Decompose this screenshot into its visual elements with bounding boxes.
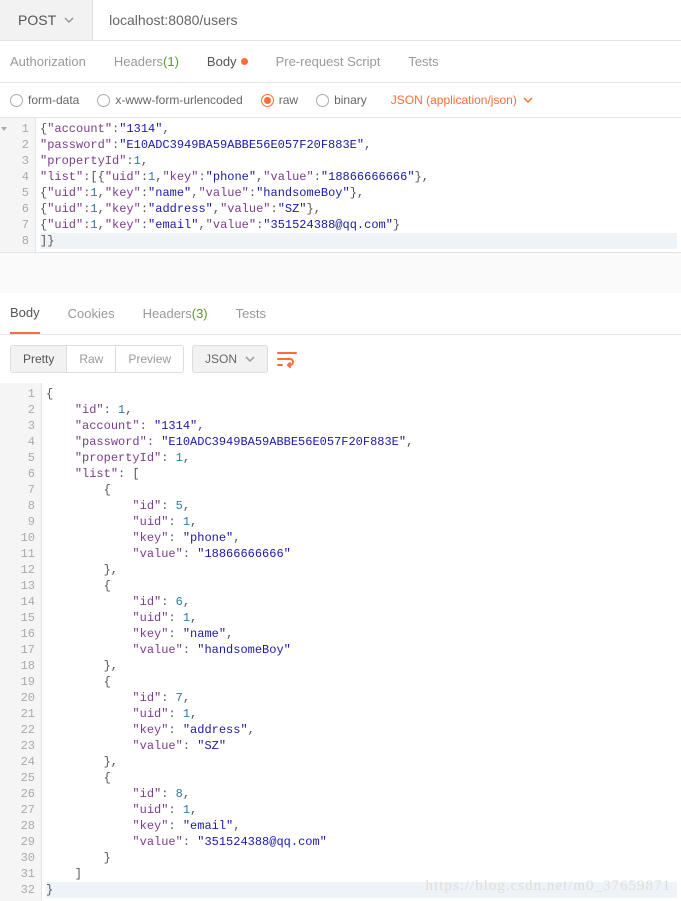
http-method-dropdown[interactable]: POST (0, 0, 93, 40)
tab-body[interactable]: Body (207, 41, 248, 82)
url-input[interactable]: localhost:8080/users (93, 0, 681, 40)
response-tab-body[interactable]: Body (10, 293, 40, 334)
http-method-label: POST (18, 12, 56, 28)
chevron-down-icon (523, 97, 533, 103)
chevron-down-icon (245, 356, 255, 362)
headers-count: (1) (163, 54, 179, 69)
response-body-editor[interactable]: 1234567891011121314151617181920212223242… (0, 383, 681, 901)
radio-raw[interactable]: raw (261, 93, 298, 107)
url-text: localhost:8080/users (109, 12, 237, 28)
chevron-down-icon (64, 17, 74, 23)
response-headers-count: (3) (192, 306, 208, 321)
view-preview-button[interactable]: Preview (116, 346, 183, 372)
spacer (0, 253, 681, 293)
tab-headers[interactable]: Headers (1) (114, 41, 179, 82)
view-raw-button[interactable]: Raw (67, 346, 116, 372)
radio-icon (10, 94, 23, 107)
wrap-lines-icon[interactable] (276, 350, 298, 368)
editor-content: { "id": 1, "account": "1314", "password"… (42, 383, 681, 901)
editor-content: {"account":"1314","password":"E10ADC3949… (36, 118, 681, 252)
response-tab-headers[interactable]: Headers (3) (143, 293, 208, 334)
content-type-dropdown[interactable]: JSON (application/json) (391, 93, 533, 107)
modified-dot-icon (241, 58, 248, 65)
request-body-editor[interactable]: 12345678 {"account":"1314","password":"E… (0, 118, 681, 253)
response-tab-tests[interactable]: Tests (236, 293, 266, 334)
radio-binary[interactable]: binary (316, 93, 367, 107)
tab-prerequest[interactable]: Pre-request Script (276, 41, 381, 82)
response-tab-cookies[interactable]: Cookies (68, 293, 115, 334)
editor-gutter: 1234567891011121314151617181920212223242… (0, 383, 42, 901)
editor-gutter: 12345678 (0, 118, 36, 252)
radio-formdata[interactable]: form-data (10, 93, 79, 107)
view-pretty-button[interactable]: Pretty (11, 346, 67, 372)
radio-icon (97, 94, 110, 107)
tab-tests[interactable]: Tests (408, 41, 438, 82)
radio-urlencoded[interactable]: x-www-form-urlencoded (97, 93, 242, 107)
view-mode-segment: Pretty Raw Preview (10, 345, 184, 373)
radio-icon (261, 94, 274, 107)
radio-icon (316, 94, 329, 107)
response-format-dropdown[interactable]: JSON (192, 345, 268, 373)
tab-authorization[interactable]: Authorization (10, 41, 86, 82)
